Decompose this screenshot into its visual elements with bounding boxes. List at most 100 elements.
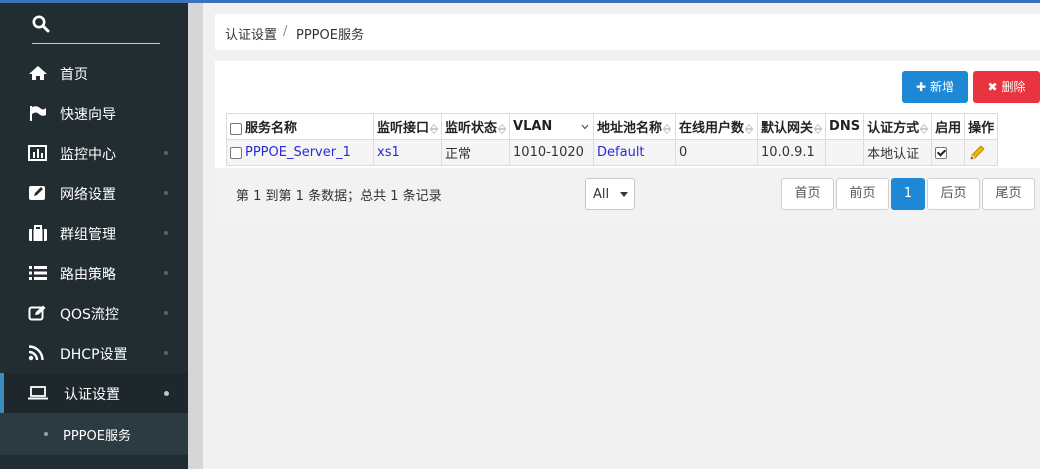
page-size-value: All — [593, 187, 610, 202]
pagination-info: 第 1 到第 1 条数据；总共 1 条记录 — [236, 189, 442, 204]
column-header-name[interactable]: 服务名称 — [226, 113, 374, 140]
cell-dns — [825, 139, 865, 166]
sidebar-search[interactable] — [32, 13, 160, 44]
content-panel: ✚ 新增 ✖ 删除 服务名称 监听接口 监听状态 VLAN 地址池名称 在线用户… — [215, 61, 1040, 225]
sidebar-item-network[interactable]: 网络设置 — [0, 173, 188, 213]
add-button[interactable]: ✚ 新增 — [902, 71, 968, 103]
sidebar-item-label: 快速向导 — [60, 107, 116, 123]
expand-dot-icon — [164, 151, 168, 155]
column-header-status[interactable]: 监听状态 — [441, 113, 511, 140]
cell-vlan: 1010-1020 — [509, 139, 595, 166]
expand-dot-icon — [164, 191, 168, 195]
page-size-select[interactable]: All — [585, 178, 635, 210]
sidebar-item-label: 群组管理 — [60, 227, 116, 243]
cell-actions — [964, 139, 999, 166]
table-footer: 第 1 到第 1 条数据；总共 1 条记录 All 首页 前页 1 后页 尾页 — [215, 168, 1040, 225]
last-page-button[interactable]: 尾页 — [982, 178, 1035, 210]
pppoe-table: 服务名称 监听接口 监听状态 VLAN 地址池名称 在线用户数 默认网关 DNS… — [226, 113, 999, 166]
sidebar-item-label: 网络设置 — [60, 187, 116, 203]
column-header-dns[interactable]: DNS — [825, 113, 865, 140]
sidebar-item-auth[interactable]: 认证设置 — [0, 373, 188, 413]
flag-icon — [30, 106, 46, 121]
search-icon[interactable] — [32, 15, 50, 33]
edit-pencil-icon[interactable] — [968, 144, 986, 162]
service-name-link[interactable]: PPPOE_Server_1 — [245, 145, 351, 160]
sidebar-item-label: 路由策略 — [60, 267, 116, 283]
pencil-square-icon — [28, 305, 46, 321]
expand-dot-icon — [164, 231, 168, 235]
cell-online: 0 — [675, 139, 759, 166]
bullet-icon — [44, 432, 48, 436]
expand-dot-icon — [164, 391, 169, 396]
sidebar-item-routing[interactable]: 路由策略 — [0, 253, 188, 293]
cell-name[interactable]: PPPOE_Server_1 — [226, 139, 374, 166]
pool-link[interactable]: Default — [597, 145, 645, 160]
cell-enabled — [931, 139, 966, 166]
next-page-button[interactable]: 后页 — [927, 178, 980, 210]
breadcrumb-separator: / — [283, 24, 288, 39]
column-header-pool[interactable]: 地址池名称 — [593, 113, 677, 140]
sidebar-subitem-label: PPPOE服务 — [63, 429, 131, 444]
sidebar-subitem-pppoe[interactable]: PPPOE服务 — [0, 413, 188, 455]
sort-icon — [663, 123, 672, 134]
expand-dot-icon — [164, 351, 168, 355]
add-button-label: 新增 — [929, 80, 954, 94]
select-all-checkbox[interactable] — [230, 122, 242, 135]
sidebar-menu: 首页 快速向导 监控中心 网络设置 群组管理 路由策略 QOS流控 DHCP设置… — [0, 53, 188, 455]
laptop-icon — [28, 386, 48, 400]
sort-icon — [745, 123, 754, 134]
sidebar-gutter — [188, 3, 203, 469]
table-header-row: 服务名称 监听接口 监听状态 VLAN 地址池名称 在线用户数 默认网关 DNS… — [226, 113, 999, 140]
sidebar-item-label: 首页 — [60, 67, 88, 83]
edit-icon — [29, 186, 45, 200]
prev-page-button[interactable]: 前页 — [836, 178, 889, 210]
sort-icon — [814, 123, 823, 134]
briefcase-icon — [29, 225, 47, 241]
page-1-button[interactable]: 1 — [891, 178, 925, 210]
sort-icon — [430, 123, 439, 134]
interface-link[interactable]: xs1 — [377, 145, 400, 160]
sidebar-item-qos[interactable]: QOS流控 — [0, 293, 188, 333]
expand-dot-icon — [164, 311, 168, 315]
sidebar-item-dhcp[interactable]: DHCP设置 — [0, 333, 188, 373]
delete-button[interactable]: ✖ 删除 — [973, 71, 1040, 103]
sort-desc-icon — [581, 124, 589, 130]
sort-icon — [920, 123, 929, 134]
sidebar-item-label: 监控中心 — [60, 147, 116, 163]
cell-gateway: 10.0.9.1 — [757, 139, 827, 166]
breadcrumb: 认证设置 / PPPOE服务 — [215, 14, 1040, 50]
column-header-actions: 操作 — [964, 113, 999, 140]
bar-chart-icon — [28, 145, 47, 161]
sidebar-item-label: DHCP设置 — [60, 347, 128, 363]
delete-button-label: 删除 — [1001, 80, 1026, 94]
sidebar-item-group[interactable]: 群组管理 — [0, 213, 188, 253]
enabled-checkbox[interactable] — [935, 146, 948, 159]
home-icon — [29, 66, 47, 80]
cell-pool: Default — [593, 139, 677, 166]
sidebar-item-label: QOS流控 — [60, 307, 119, 323]
column-header-gateway[interactable]: 默认网关 — [757, 113, 827, 140]
first-page-button[interactable]: 首页 — [781, 178, 834, 210]
column-header-auth[interactable]: 认证方式 — [863, 113, 933, 140]
sidebar-item-quick-guide[interactable]: 快速向导 — [0, 93, 188, 133]
column-header-enabled[interactable]: 启用 — [931, 113, 966, 140]
sort-icon — [498, 123, 507, 134]
column-header-online[interactable]: 在线用户数 — [675, 113, 759, 140]
cell-auth: 本地认证 — [863, 139, 933, 166]
caret-down-icon — [620, 192, 628, 197]
rss-icon — [28, 345, 44, 361]
sidebar-item-home[interactable]: 首页 — [0, 53, 188, 93]
cell-status: 正常 — [441, 139, 511, 166]
table-row[interactable]: PPPOE_Server_1 xs1 正常 1010-1020 Default … — [226, 139, 999, 166]
sidebar-item-monitor[interactable]: 监控中心 — [0, 133, 188, 173]
breadcrumb-current: PPPOE服务 — [296, 28, 364, 43]
row-checkbox[interactable] — [230, 146, 242, 159]
sidebar: 首页 快速向导 监控中心 网络设置 群组管理 路由策略 QOS流控 DHCP设置… — [0, 3, 188, 469]
sidebar-item-label: 认证设置 — [64, 387, 120, 403]
list-icon — [29, 266, 47, 280]
close-icon: ✖ — [987, 80, 998, 94]
column-header-vlan[interactable]: VLAN — [509, 113, 595, 140]
column-header-interface[interactable]: 监听接口 — [372, 113, 443, 140]
breadcrumb-parent[interactable]: 认证设置 — [225, 24, 277, 43]
plus-icon: ✚ — [916, 80, 927, 94]
